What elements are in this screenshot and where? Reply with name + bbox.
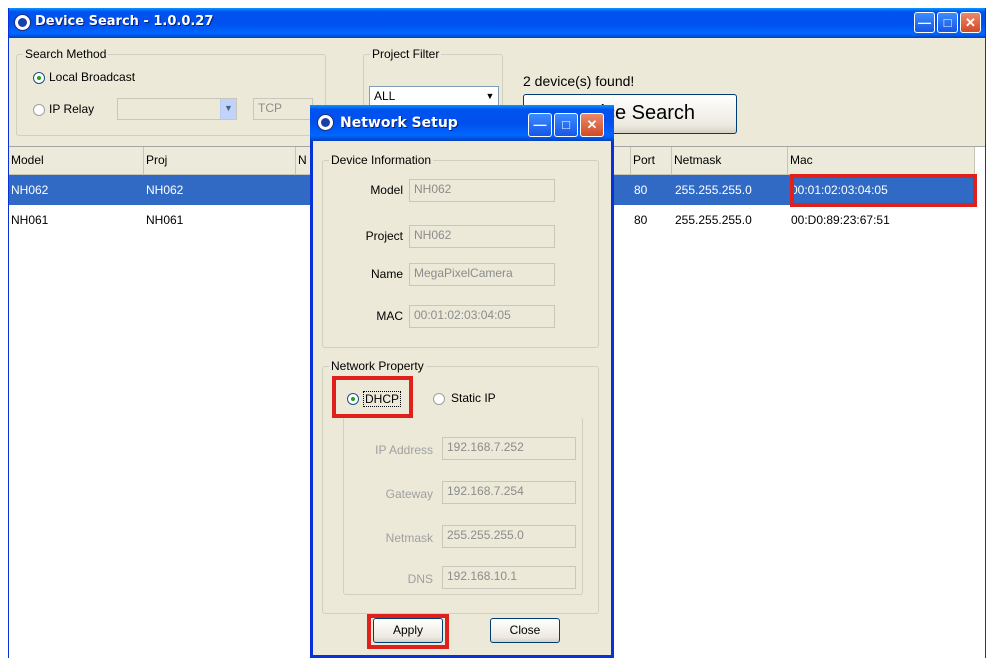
column-header-mac[interactable]: Mac xyxy=(788,147,975,175)
dialog-title: Network Setup xyxy=(340,115,458,131)
netmask-label: Netmask xyxy=(385,531,433,545)
static-ip-radio[interactable] xyxy=(433,393,445,405)
maximize-button[interactable]: □ xyxy=(937,12,958,33)
network-setup-dialog: Network Setup — □ ✕ Device Information M… xyxy=(310,105,614,658)
dns-field[interactable]: 192.168.10.1 xyxy=(442,566,576,589)
mac-field: 00:01:02:03:04:05 xyxy=(409,305,555,328)
local-broadcast-label[interactable]: Local Broadcast xyxy=(49,70,135,84)
netmask-field[interactable]: 255.255.255.0 xyxy=(442,525,576,548)
close-icon: ✕ xyxy=(586,117,598,132)
search-status-text: 2 device(s) found! xyxy=(523,73,635,89)
ip-address-field[interactable]: 192.168.7.252 xyxy=(442,437,576,460)
model-field: NH062 xyxy=(409,179,555,202)
window-title: Device Search - 1.0.0.27 xyxy=(35,14,214,29)
static-ip-label[interactable]: Static IP xyxy=(451,391,496,405)
mac-highlight-box xyxy=(790,174,977,207)
static-ip-settings: IP Address 192.168.7.252 Gateway 192.168… xyxy=(343,417,583,595)
project-label: Project xyxy=(365,229,403,243)
column-header-proj[interactable]: Proj xyxy=(144,147,296,175)
ip-address-label: IP Address xyxy=(375,443,433,457)
ip-relay-radio[interactable] xyxy=(33,104,45,116)
maximize-icon: □ xyxy=(562,117,570,132)
maximize-icon: □ xyxy=(943,15,952,30)
row2-model[interactable]: NH061 xyxy=(9,206,50,234)
search-method-group: Search Method Local Broadcast IP Relay ▼… xyxy=(16,47,326,136)
minimize-button[interactable]: — xyxy=(914,12,935,33)
row1-port[interactable]: 80 xyxy=(632,176,649,204)
chevron-down-icon[interactable]: ▼ xyxy=(482,87,498,107)
app-logo-icon xyxy=(14,14,31,31)
row2-netmask[interactable]: 255.255.255.0 xyxy=(673,206,754,234)
ip-relay-combo[interactable]: ▼ xyxy=(117,98,237,120)
column-header-port[interactable]: Port xyxy=(631,147,672,175)
project-filter-legend: Project Filter xyxy=(370,47,442,61)
name-field: MegaPixelCamera xyxy=(409,263,555,286)
close-dialog-button[interactable]: Close xyxy=(490,618,560,643)
row2-mac[interactable]: 00:D0:89:23:67:51 xyxy=(789,206,892,234)
gateway-field[interactable]: 192.168.7.254 xyxy=(442,481,576,504)
column-header-model[interactable]: Model xyxy=(9,147,144,175)
minimize-icon: — xyxy=(533,117,547,132)
close-icon: ✕ xyxy=(965,15,976,30)
dialog-titlebar[interactable]: Network Setup — □ ✕ xyxy=(310,105,614,141)
protocol-field[interactable]: TCP xyxy=(253,98,313,120)
dhcp-highlight-box xyxy=(332,376,413,418)
row1-proj[interactable]: NH062 xyxy=(144,176,185,204)
device-information-legend: Device Information xyxy=(329,153,434,167)
project-field: NH062 xyxy=(409,225,555,248)
dialog-maximize-button[interactable]: □ xyxy=(554,113,578,137)
column-header-netmask[interactable]: Netmask xyxy=(672,147,788,175)
ip-relay-label[interactable]: IP Relay xyxy=(49,102,94,116)
mac-label: MAC xyxy=(376,309,403,323)
name-label: Name xyxy=(370,267,403,281)
dialog-close-button[interactable]: ✕ xyxy=(580,113,604,137)
protocol-value: TCP xyxy=(258,101,282,115)
apply-highlight-box xyxy=(367,614,449,649)
row1-netmask[interactable]: 255.255.255.0 xyxy=(673,176,754,204)
gateway-label: Gateway xyxy=(385,487,433,501)
dns-label: DNS xyxy=(407,572,433,586)
dialog-logo-icon xyxy=(317,114,334,131)
chevron-down-icon[interactable]: ▼ xyxy=(220,99,236,119)
row2-port[interactable]: 80 xyxy=(632,206,649,234)
dialog-minimize-button[interactable]: — xyxy=(528,113,552,137)
project-filter-value: ALL xyxy=(374,89,396,103)
device-information-group: Device Information Model NH062 Project N… xyxy=(322,153,599,348)
row2-proj[interactable]: NH061 xyxy=(144,206,185,234)
local-broadcast-radio[interactable] xyxy=(33,72,45,84)
search-method-legend: Search Method xyxy=(23,47,109,61)
minimize-icon: — xyxy=(918,15,931,30)
row1-model[interactable]: NH062 xyxy=(9,176,50,204)
close-button[interactable]: ✕ xyxy=(960,12,981,33)
network-property-legend: Network Property xyxy=(329,359,426,373)
main-titlebar[interactable]: Device Search - 1.0.0.27 — □ ✕ xyxy=(9,8,985,38)
model-label: Model xyxy=(370,183,403,197)
